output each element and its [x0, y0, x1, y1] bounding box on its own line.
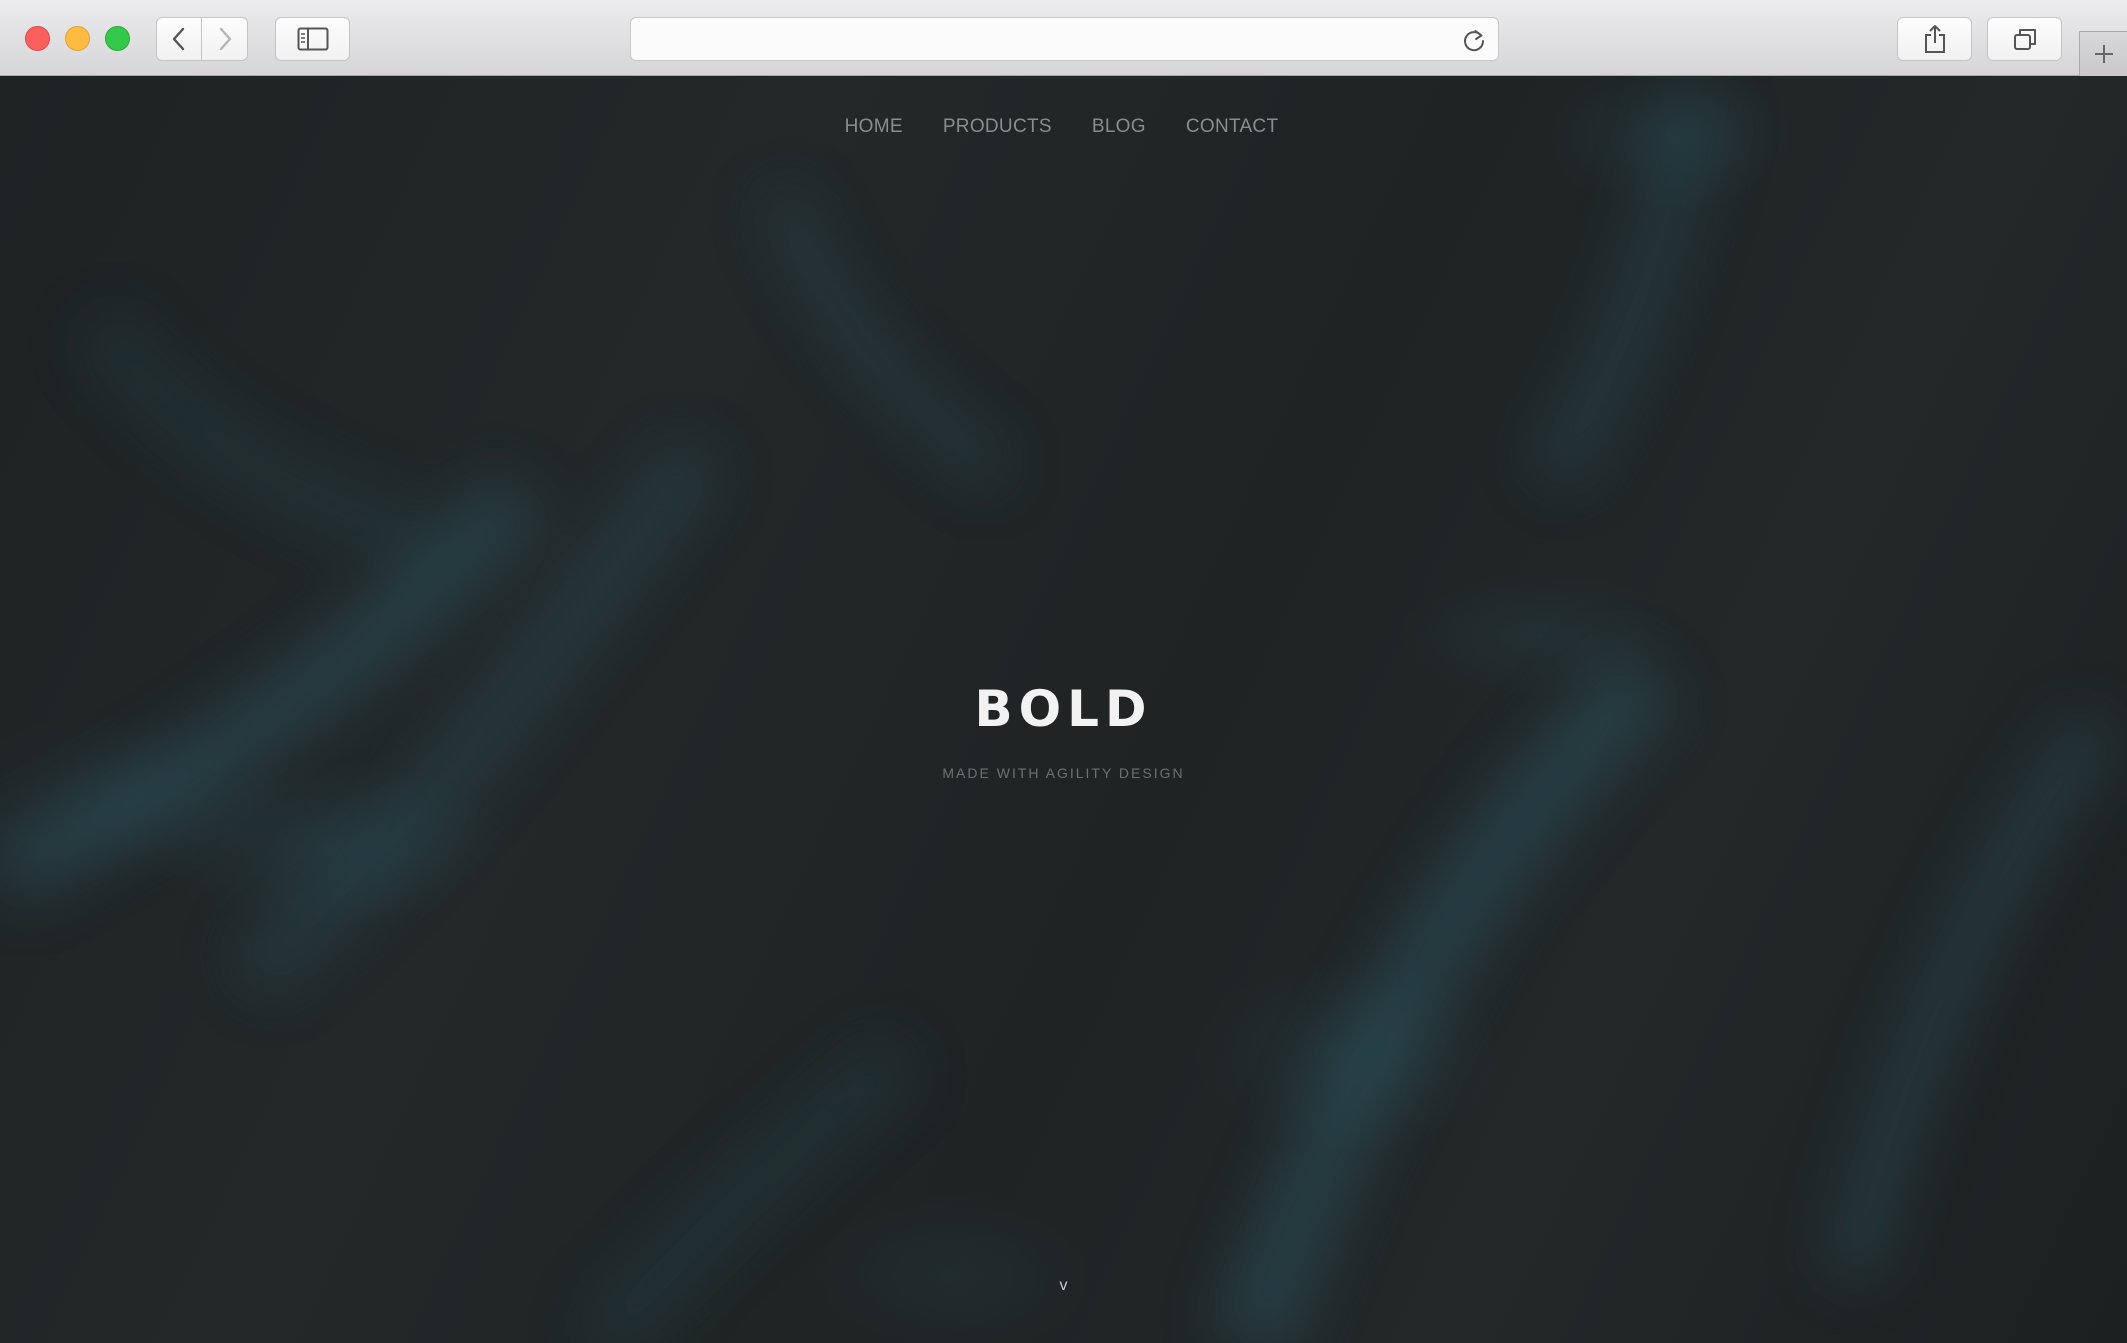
minimize-window-button[interactable]	[65, 26, 90, 51]
web-page-hero: HOME PRODUCTS BLOG CONTACT BOLD MADE WIT…	[0, 76, 2127, 1343]
back-button[interactable]	[156, 17, 202, 61]
url-input[interactable]	[645, 24, 1429, 56]
main-nav: HOME PRODUCTS BLOG CONTACT	[0, 116, 2127, 138]
scroll-down-link[interactable]: v	[1060, 1277, 1068, 1294]
zoom-window-button[interactable]	[105, 26, 130, 51]
plus-icon	[2094, 45, 2113, 63]
nav-item-products[interactable]: PRODUCTS	[943, 116, 1052, 138]
address-bar[interactable]	[630, 17, 1499, 61]
nav-item-home[interactable]: HOME	[845, 116, 903, 138]
sidebar-icon	[297, 27, 328, 51]
share-icon	[1924, 25, 1945, 53]
scroll-down-indicator: v	[0, 1277, 2127, 1295]
chevron-right-icon	[219, 27, 231, 51]
browser-toolbar	[0, 0, 2127, 76]
sidebar-toggle-button[interactable]	[275, 17, 350, 61]
tabs-overview-button[interactable]	[1987, 17, 2062, 61]
reload-icon	[1464, 30, 1485, 52]
forward-button[interactable]	[201, 17, 248, 61]
browser-window: HOME PRODUCTS BLOG CONTACT BOLD MADE WIT…	[0, 0, 2127, 1343]
share-button[interactable]	[1897, 17, 1972, 61]
hero-subtitle: MADE WITH AGILITY DESIGN	[942, 765, 1185, 781]
nav-item-contact[interactable]: CONTACT	[1186, 116, 1279, 138]
new-tab-button[interactable]	[2079, 31, 2127, 76]
nav-item-blog[interactable]: BLOG	[1092, 116, 1146, 138]
tabs-overview-icon	[2013, 29, 2036, 50]
reload-button[interactable]	[1460, 26, 1488, 54]
close-window-button[interactable]	[25, 26, 50, 51]
chevron-left-icon	[172, 27, 185, 51]
hero-title: BOLD	[974, 680, 1153, 738]
